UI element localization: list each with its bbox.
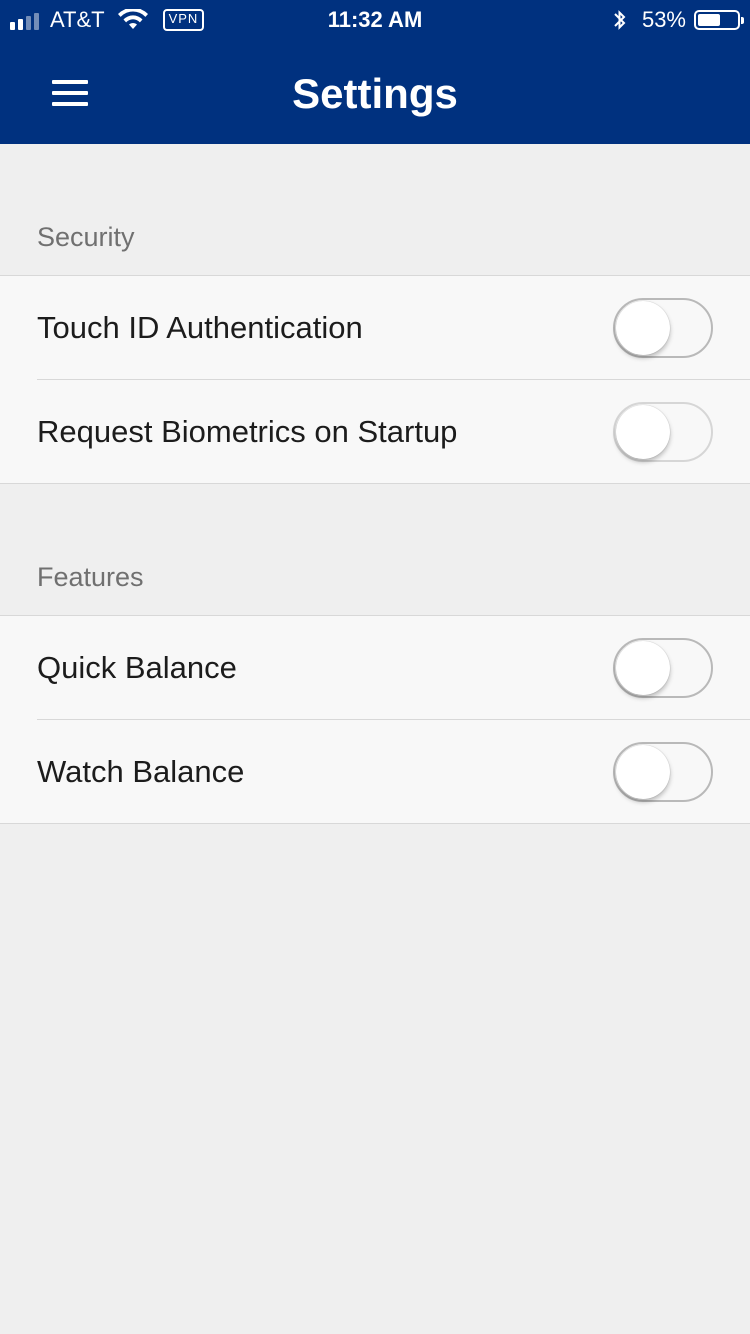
setting-row-request-biometrics: Request Biometrics on Startup (0, 379, 750, 483)
toggle-knob (616, 405, 670, 459)
setting-label-quick-balance: Quick Balance (37, 650, 237, 685)
section-header-features: Features (37, 562, 144, 592)
toggle-knob (616, 301, 670, 355)
setting-label-touch-id: Touch ID Authentication (37, 310, 363, 345)
toggle-knob (616, 641, 670, 695)
watch-balance-toggle[interactable] (613, 742, 713, 802)
app-header: AT&T VPN 11:32 AM 53% Settings (0, 0, 750, 144)
toggle-knob (616, 745, 670, 799)
setting-row-watch-balance: Watch Balance (0, 719, 750, 823)
setting-row-touch-id: Touch ID Authentication (0, 276, 750, 379)
setting-label-watch-balance: Watch Balance (37, 754, 245, 789)
battery-icon (694, 10, 744, 30)
nav-bar: Settings (0, 40, 750, 144)
bluetooth-icon (614, 10, 626, 30)
section-header-security: Security (37, 222, 135, 252)
touch-id-toggle[interactable] (613, 298, 713, 358)
setting-row-quick-balance: Quick Balance (0, 616, 750, 719)
request-biometrics-toggle[interactable] (613, 402, 713, 462)
battery-percent: 53% (641, 7, 686, 32)
status-bar: AT&T VPN 11:32 AM 53% (0, 0, 750, 40)
setting-label-request-biometrics: Request Biometrics on Startup (37, 414, 458, 449)
quick-balance-toggle[interactable] (613, 638, 713, 698)
features-settings-group: Quick Balance Watch Balance (0, 615, 750, 824)
security-settings-group: Touch ID Authentication Request Biometri… (0, 275, 750, 484)
page-title: Settings (292, 70, 458, 117)
